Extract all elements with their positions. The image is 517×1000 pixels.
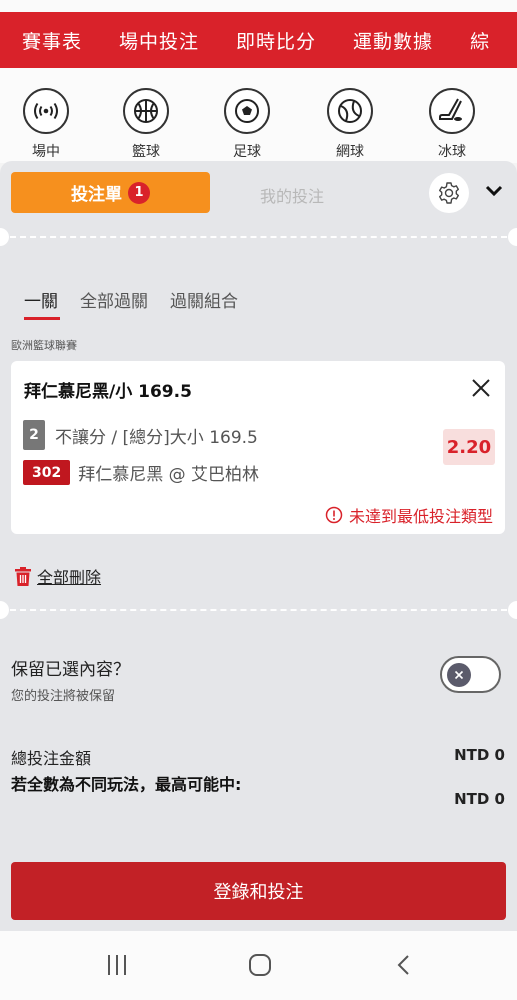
status-bar: [0, 0, 517, 12]
trash-icon: [15, 566, 31, 586]
divider-notch-right: [508, 228, 517, 246]
close-icon: [454, 670, 464, 680]
tab-parlay-combo[interactable]: 過關組合: [170, 287, 238, 320]
market-text: 不讓分 / [總分]大小 169.5: [55, 427, 258, 448]
tab-betslip-label: 投注單: [71, 185, 122, 205]
tennis-ball-icon: [327, 88, 373, 134]
warning-message: 未達到最低投注類型: [325, 503, 493, 527]
league-name: 歐洲籃球聯賽: [11, 339, 77, 352]
ice-hockey-icon: [429, 88, 475, 134]
divider: [10, 236, 507, 238]
sport-basketball[interactable]: 籃球: [116, 88, 176, 157]
live-broadcast-icon: [23, 88, 69, 134]
sport-live-label: 場中: [32, 144, 60, 157]
tab-all-parlay[interactable]: 全部過關: [80, 287, 148, 320]
divider: [10, 609, 507, 611]
settings-button[interactable]: [429, 173, 469, 213]
recent-apps-button[interactable]: [106, 953, 128, 981]
max-win-value: NTD 0: [454, 790, 505, 808]
bet-title: 拜仁慕尼黑/小 169.5: [24, 382, 192, 402]
delete-all-label: 全部刪除: [37, 568, 102, 587]
tab-betslip[interactable]: 投注單 1: [11, 172, 210, 213]
sport-soccer-label: 足球: [233, 144, 261, 157]
system-nav-bar: [0, 931, 517, 1000]
nav-more[interactable]: 綜: [446, 27, 503, 54]
bet-type-tabs: 一關 全部過關 過關組合: [24, 287, 260, 320]
login-and-bet-button[interactable]: 登錄和投注: [11, 862, 506, 920]
match-id: 302: [23, 460, 71, 485]
nav-live-betting[interactable]: 場中投注: [95, 27, 212, 54]
market-row: 2 不讓分 / [總分]大小 169.5: [23, 420, 258, 450]
bet-card: 拜仁慕尼黑/小 169.5 2 不讓分 / [總分]大小 169.5 2.20 …: [11, 361, 505, 534]
total-stake-label: 總投注金額: [11, 749, 92, 768]
total-stake-value: NTD 0: [454, 746, 505, 764]
sports-bar: 場中 籃球 足球 網球 冰球: [0, 68, 517, 163]
sport-ice-hockey-label: 冰球: [438, 144, 466, 157]
market-number: 2: [23, 420, 45, 450]
keep-selection-toggle[interactable]: [440, 656, 501, 693]
keep-selection-title: 保留已選內容？: [11, 660, 130, 680]
keep-selection-subtitle: 您的投注將被保留: [11, 689, 116, 704]
back-button[interactable]: [396, 953, 412, 981]
sport-tennis-label: 網球: [336, 144, 364, 157]
divider-notch-left: [0, 601, 9, 619]
sport-soccer[interactable]: 足球: [217, 88, 277, 157]
nav-schedule[interactable]: 賽事表: [0, 27, 95, 54]
basketball-icon: [123, 88, 169, 134]
sport-ice-hockey[interactable]: 冰球: [422, 88, 482, 157]
match-row: 302 拜仁慕尼黑 @ 艾巴柏林: [23, 460, 259, 485]
toggle-knob: [447, 663, 471, 687]
home-button[interactable]: [248, 953, 272, 981]
delete-all-button[interactable]: 全部刪除: [15, 564, 101, 588]
sport-basketball-label: 籃球: [132, 144, 160, 157]
match-text: 拜仁慕尼黑 @ 艾巴柏林: [78, 465, 260, 485]
sport-live[interactable]: 場中: [16, 88, 76, 157]
betslip-count-badge: 1: [128, 181, 150, 204]
nav-sports-data[interactable]: 運動數據: [329, 27, 446, 54]
soccer-ball-icon: [224, 88, 270, 134]
max-win-label: 若全數為不同玩法，最高可能中:: [11, 775, 242, 794]
betslip-panel: 投注單 1 我的投注 一關 全部過關 過關組合 歐洲籃球聯賽 拜仁慕尼黑/小 1…: [0, 161, 517, 931]
divider-notch-left: [0, 228, 9, 246]
tab-single[interactable]: 一關: [24, 287, 60, 320]
top-nav: 賽事表 場中投注 即時比分 運動數據 綜: [0, 12, 517, 68]
gear-icon: [439, 182, 459, 204]
odds-value[interactable]: 2.20: [443, 429, 495, 465]
warning-text: 未達到最低投注類型: [348, 507, 493, 526]
divider-notch-right: [508, 601, 517, 619]
close-icon[interactable]: [471, 378, 491, 402]
warning-icon: [325, 506, 343, 524]
chevron-down-icon[interactable]: [484, 183, 504, 202]
nav-live-scores[interactable]: 即時比分: [212, 27, 329, 54]
tab-my-bets[interactable]: 我的投注: [260, 183, 324, 207]
sport-tennis[interactable]: 網球: [320, 88, 380, 157]
